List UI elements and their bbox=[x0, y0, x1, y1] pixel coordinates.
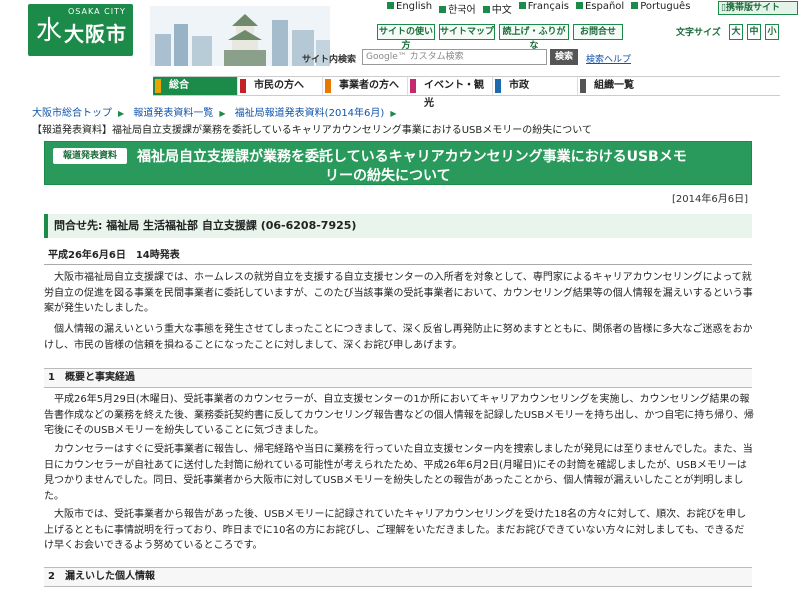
breadcrumb-link-top[interactable]: 大阪市総合トップ bbox=[32, 108, 112, 119]
osaka-city-logo[interactable]: OSAKA CITY ⽔ 大阪市 bbox=[28, 4, 133, 56]
breadcrumb-link-welfare-press[interactable]: 福祉局報道発表資料(2014年6月) bbox=[235, 108, 385, 119]
nav-label: 総合 bbox=[169, 80, 189, 91]
section1-paragraph-3: 大阪市では、受託事業者から報告があった後、USBメモリーに記録されていたキャリア… bbox=[44, 509, 747, 551]
read-aloud-button[interactable]: 読上げ・ふりがな bbox=[499, 24, 569, 51]
search-input[interactable]: Google™ カスタム検索 bbox=[362, 49, 547, 65]
font-size-medium-button[interactable]: 中 bbox=[747, 24, 761, 40]
nav-label: 事業者の方へ bbox=[339, 80, 399, 91]
mobile-site-label: 携帯版サイト bbox=[725, 3, 780, 13]
nav-item-city-admin[interactable]: 市政 bbox=[493, 77, 578, 95]
intro-paragraph-1: 大阪市福祉局自立支援課では、ホームレスの就労自立を支援する自立支援センターの入所… bbox=[44, 272, 753, 314]
breadcrumb: 大阪市総合トップ ▶ 報道発表資料一覧 ▶ 福祉局報道発表資料(2014年6月) ▶ bbox=[32, 104, 402, 119]
breadcrumb-link-press-list[interactable]: 報道発表資料一覧 bbox=[133, 108, 213, 119]
nav-color-bar bbox=[240, 79, 246, 93]
section-heading-overview: 1 概要と事実経過 bbox=[44, 368, 752, 388]
nav-item-organizations[interactable]: 組織一覧 bbox=[578, 77, 780, 95]
logo-name: 大阪市 bbox=[64, 22, 127, 46]
article-title-line1: 福祉局自立支援課が業務を委託しているキャリアカウンセリング事業におけるUSBメモ bbox=[137, 149, 687, 165]
nav-color-bar bbox=[410, 79, 416, 93]
site-guide-button[interactable]: サイトの使い方 bbox=[377, 24, 435, 51]
intro-paragraph-2: 個人情報の漏えいという重大な事態を発生させてしまったことにつきまして、深く反省し… bbox=[44, 324, 753, 351]
city-emblem-icon: ⽔ bbox=[35, 16, 62, 46]
language-link-french[interactable]: Français bbox=[518, 1, 569, 15]
nav-label: 組織一覧 bbox=[594, 80, 634, 91]
logo-city-text: OSAKA CITY bbox=[68, 7, 126, 16]
font-size-label: 文字サイズ bbox=[676, 28, 721, 38]
language-link-chinese[interactable]: 中文 bbox=[482, 1, 512, 16]
language-links: English 한국어 中文 Français Español Portuguê… bbox=[380, 1, 690, 16]
search-help-link[interactable]: 検索ヘルプ bbox=[586, 52, 631, 65]
nav-color-bar bbox=[580, 79, 586, 93]
nav-item-general[interactable]: 総合 bbox=[153, 77, 238, 95]
language-link-korean[interactable]: 한국어 bbox=[439, 1, 476, 16]
search-label: サイト内検索 bbox=[302, 55, 357, 65]
nav-item-business[interactable]: 事業者の方へ bbox=[323, 77, 408, 95]
article-title-box: 報道発表資料 福祉局自立支援課が業務を委託しているキャリアカウンセリング事業にお… bbox=[44, 141, 752, 185]
section1-paragraph-2: カウンセラーはすぐに受託事業者に報告し、帰宅経路や当日に業務を行っていた自立支援… bbox=[44, 444, 753, 502]
press-release-badge: 報道発表資料 bbox=[53, 148, 127, 164]
contact-button[interactable]: お問合せ bbox=[573, 24, 623, 40]
site-header: OSAKA CITY ⽔ 大阪市 English 한국어 中文 Français… bbox=[0, 0, 800, 70]
font-size-small-button[interactable]: 小 bbox=[765, 24, 779, 40]
nav-label: 市民の方へ bbox=[254, 80, 304, 91]
font-size-large-button[interactable]: 大 bbox=[729, 24, 743, 40]
language-link-portuguese[interactable]: Português bbox=[631, 1, 690, 15]
nav-label: 市政 bbox=[509, 80, 529, 91]
breadcrumb-separator-icon: ▶ bbox=[390, 109, 397, 118]
global-nav: 総合 市民の方へ 事業者の方へ イベント・観光 市政 組織一覧 bbox=[153, 76, 780, 109]
language-link-spanish[interactable]: Español bbox=[575, 1, 624, 15]
language-link-english[interactable]: English bbox=[387, 1, 432, 15]
article-title-line2: リーの紛失について bbox=[325, 168, 451, 184]
section1-paragraph-1: 平成26年5月29日(木曜日)、受託事業者のカウンセラーが、自立支援センターの1… bbox=[44, 394, 754, 436]
article-date: [2014年6月6日] bbox=[672, 194, 748, 205]
nav-item-events[interactable]: イベント・観光 bbox=[408, 77, 493, 109]
search-button[interactable]: 検索 bbox=[550, 49, 578, 65]
section-heading-leaked-info: 2 漏えいした個人情報 bbox=[44, 567, 752, 587]
mobile-site-link[interactable]: ▯携帯版サイト bbox=[718, 1, 798, 15]
breadcrumb-separator-icon: ▶ bbox=[219, 109, 226, 118]
nav-color-bar bbox=[155, 79, 161, 93]
announcement-time: 平成26年6月6日 14時発表 bbox=[44, 247, 752, 265]
nav-label: イベント・観光 bbox=[424, 80, 484, 109]
nav-color-bar bbox=[325, 79, 331, 93]
nav-color-bar bbox=[495, 79, 501, 93]
page: OSAKA CITY ⽔ 大阪市 English 한국어 中文 Français… bbox=[0, 0, 800, 590]
sitemap-button[interactable]: サイトマップ bbox=[439, 24, 495, 40]
contact-info: 問合せ先: 福祉局 生活福祉部 自立支援課 (06-6208-7925) bbox=[44, 214, 752, 238]
nav-item-citizens[interactable]: 市民の方へ bbox=[238, 77, 323, 95]
breadcrumb-separator-icon: ▶ bbox=[118, 109, 125, 118]
current-page-title: 【報道発表資料】福祉局自立支援課が業務を委託しているキャリアカウンセリング事業に… bbox=[32, 125, 592, 136]
